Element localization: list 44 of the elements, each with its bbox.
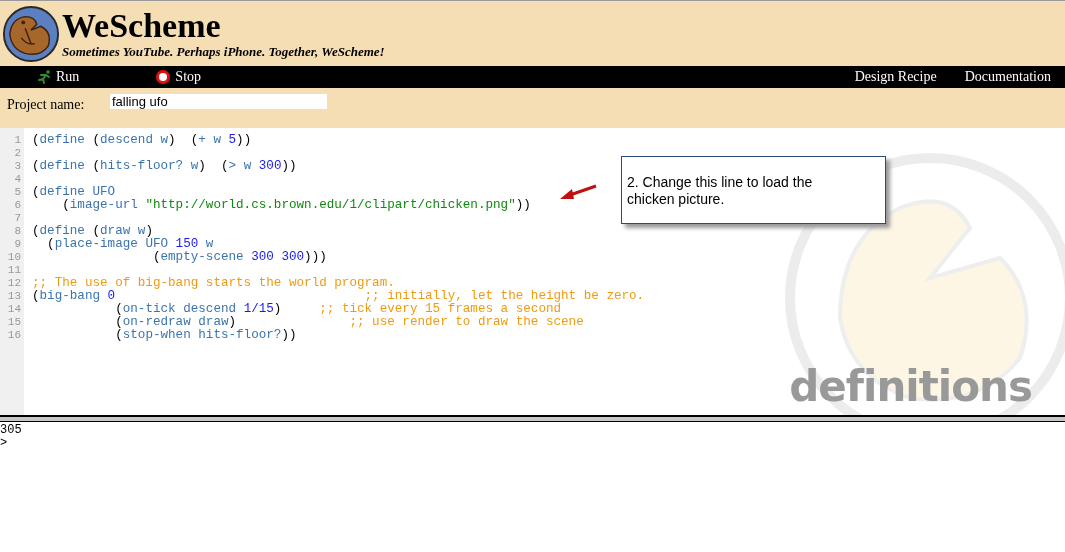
line-number: 11 [6, 264, 22, 277]
console-output: 305 [0, 424, 22, 437]
line-number: 15 [6, 316, 22, 329]
line-number: 10 [6, 251, 22, 264]
line-number: 7 [13, 212, 22, 225]
line-number: 14 [6, 303, 22, 316]
console-output: > [0, 437, 8, 450]
code-line: (image-url "http://world.cs.brown.edu/1/clipart/chicken.png")) [61, 198, 531, 212]
line-number: 9 [13, 238, 22, 251]
stop-icon [155, 69, 172, 85]
line-number: 1 [13, 134, 22, 147]
code-line: (define (descend w) (+ w 5)) [32, 133, 252, 147]
code-line: (define UFO [32, 185, 116, 199]
stop-button[interactable]: Stop [147, 66, 210, 88]
project-name-label: Project name: [7, 97, 86, 113]
code-line: ;; The use of big-bang starts the world program. [32, 276, 395, 290]
line-number: 12 [6, 277, 22, 290]
callout-note: 2. Change this line to load the chicken picture. [621, 156, 886, 224]
running-figure-icon [36, 69, 52, 85]
line-number: 8 [13, 225, 22, 238]
line-number: 4 [13, 173, 22, 186]
line-number: 5 [13, 186, 22, 199]
line-number: 16 [6, 329, 22, 342]
line-number: 2 [13, 147, 22, 160]
code-line: (stop-when hits-floor?)) [114, 328, 297, 342]
app-title: WeScheme [62, 7, 222, 44]
code-line: (place-image UFO 150 w [46, 237, 214, 251]
code-line: (define (draw w) [32, 224, 153, 238]
tagline: Sometimes YouTube. Perhaps iPhone. Together, WeScheme! [62, 43, 385, 60]
nav-link[interactable]: Design Recipe [840, 66, 951, 88]
code-line: (big-bang 0 ;; initially, let the height be zero. [32, 289, 645, 303]
code-line: (define (hits-floor? w) (> w 300)) [32, 159, 297, 173]
project-name-field[interactable]: falling ufo [110, 94, 327, 109]
logo-icon [2, 4, 60, 63]
line-number: 13 [6, 290, 22, 303]
pane-splitter[interactable] [0, 415, 1065, 422]
watermark-label: definitions [789, 362, 1032, 411]
code-line: (on-tick descend 1/15) ;; tick every 15 frames a second [114, 302, 562, 316]
line-number: 3 [13, 160, 22, 173]
nav-link[interactable]: Documentation [950, 66, 1065, 88]
code-line: (on-redraw draw) ;; use render to draw the scene [114, 315, 584, 329]
code-line: (empty-scene 300 300))) [151, 250, 327, 264]
line-number: 6 [13, 199, 22, 212]
run-button[interactable]: Run [28, 66, 88, 88]
